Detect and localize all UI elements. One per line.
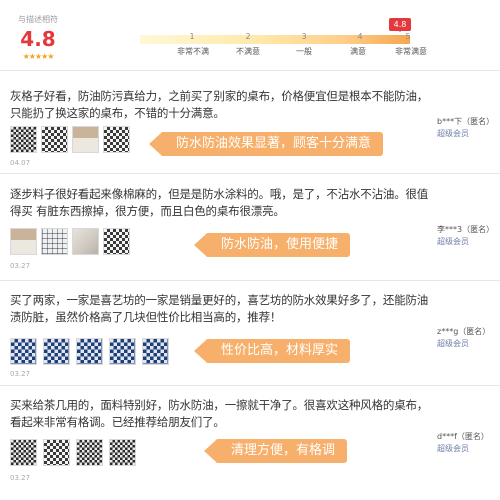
review-photo[interactable] — [72, 228, 99, 255]
rating-scale: 4.8 1 2 3 4 5 非常不满 不满意 一般 满意 非常满意 — [140, 18, 440, 58]
review-photo[interactable] — [142, 338, 169, 365]
review-text: 买来给茶几用的，面料特别好，防水防油，一擦就干净了。很喜欢这种风格的桌布，看起来… — [10, 398, 429, 429]
divider — [0, 173, 500, 174]
review-photo[interactable] — [10, 439, 37, 466]
review-photo[interactable] — [41, 126, 68, 153]
divider — [0, 385, 500, 386]
rating-summary: 与描述相符 4.8 ★★★★★ — [12, 14, 64, 62]
review-date: 03.27 — [10, 370, 31, 378]
member-level: 超级会员 — [437, 339, 469, 348]
review-date: 03.27 — [10, 474, 31, 482]
review-photo[interactable] — [109, 439, 136, 466]
rating-marker: 4.8 — [389, 18, 411, 32]
review-photo[interactable] — [41, 228, 68, 255]
scale-label: 非常满意 — [395, 47, 427, 56]
scale-tick: 5 — [405, 32, 411, 41]
scale-label: 非常不满 — [177, 47, 209, 56]
reviewer-name[interactable]: z***g（匿名） — [437, 326, 490, 337]
highlight-tag: 防水防油效果显著，顾客十分满意 — [148, 132, 384, 156]
scale-tick: 4 — [357, 32, 363, 41]
member-level: 超级会员 — [437, 444, 469, 453]
divider — [0, 70, 500, 71]
review-photo[interactable] — [43, 338, 70, 365]
review-date: 04.07 — [10, 159, 31, 167]
highlight-tag: 防水防油，使用便捷 — [193, 233, 351, 257]
reviewer-name[interactable]: 李***3（匿名） — [437, 224, 494, 235]
scale-tick: 3 — [301, 32, 307, 41]
review-photo[interactable] — [109, 338, 136, 365]
scale-label: 一般 — [296, 47, 312, 56]
review-photo[interactable] — [103, 126, 130, 153]
review-photos — [10, 338, 180, 368]
review-photo[interactable] — [10, 228, 37, 255]
rating-stars: ★★★★★ — [22, 52, 55, 61]
review-date: 03.27 — [10, 262, 31, 270]
reviewer-name[interactable]: b***下（匿名） — [437, 116, 494, 127]
review-photo[interactable] — [10, 126, 37, 153]
highlight-tag: 性价比高，材料厚实 — [193, 339, 351, 363]
review-photo[interactable] — [76, 338, 103, 365]
review-photo[interactable] — [10, 338, 37, 365]
review-photo[interactable] — [76, 439, 103, 466]
member-level: 超级会员 — [437, 237, 469, 246]
rating-caption: 与描述相符 — [18, 15, 58, 24]
highlight-tag: 清理方便，有格调 — [203, 439, 348, 463]
scale-tick: 1 — [189, 32, 195, 41]
reviewer-name[interactable]: d***f（匿名） — [437, 431, 489, 442]
member-level: 超级会员 — [437, 129, 469, 138]
review-photos — [10, 126, 140, 156]
review-photo[interactable] — [43, 439, 70, 466]
scale-tick: 2 — [245, 32, 251, 41]
review-text: 逐步料子很好看起来像棉麻的，但是是防水涂料的。哦，是了，不沾水不沾油。很值得买 … — [10, 187, 429, 218]
divider — [0, 280, 500, 281]
review-text: 灰格子好看，防油防污真给力，之前买了别家的桌布，价格便宜但是根本不能防油，只能扔… — [10, 89, 429, 120]
rating-score: 4.8 — [20, 27, 56, 51]
scale-label: 不满意 — [236, 47, 260, 56]
review-text: 买了两家，一家是喜艺坊的一家是销量更好的，喜艺坊的防水效果好多了，还能防油渍防脏… — [10, 293, 429, 324]
review-photo[interactable] — [72, 126, 99, 153]
review-photos — [10, 439, 140, 469]
review-photo[interactable] — [103, 228, 130, 255]
review-photos — [10, 228, 140, 258]
scale-label: 满意 — [350, 47, 366, 56]
